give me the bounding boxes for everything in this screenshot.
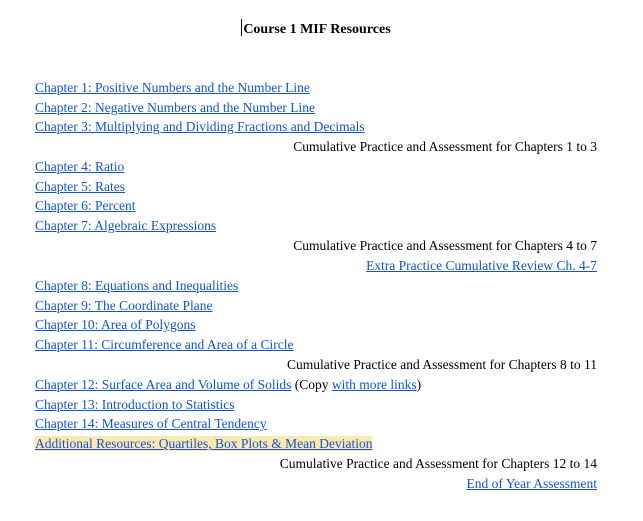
chapter-9-link[interactable]: Chapter 9: The Coordinate Plane [35, 298, 212, 313]
list-item: Additional Resources: Quartiles, Box Plo… [35, 434, 597, 454]
cumulative-12-14-text: Cumulative Practice and Assessment for C… [279, 456, 597, 471]
copy-note-text: (Copy [291, 377, 332, 392]
chapter-3-link[interactable]: Chapter 3: Multiplying and Dividing Frac… [35, 119, 365, 134]
list-item: Chapter 6: Percent [35, 196, 597, 216]
list-item: Chapter 13: Introduction to Statistics [35, 395, 597, 415]
chapter-5-link[interactable]: Chapter 5: Rates [35, 179, 125, 194]
list-item: Chapter 1: Positive Numbers and the Numb… [35, 78, 597, 98]
list-item: Extra Practice Cumulative Review Ch. 4-7 [35, 256, 597, 276]
list-item: Chapter 14: Measures of Central Tendency [35, 414, 597, 434]
end-of-year-assessment-link[interactable]: End of Year Assessment [467, 476, 598, 491]
document-body: Course 1 MIF Resources Chapter 1: Positi… [35, 0, 597, 521]
list-item: Chapter 9: The Coordinate Plane [35, 296, 597, 316]
chapter-13-link[interactable]: Chapter 13: Introduction to Statistics [35, 397, 234, 412]
document-title: Course 1 MIF Resources [243, 22, 391, 37]
close-paren-text: ) [416, 377, 422, 392]
chapter-7-link[interactable]: Chapter 7: Algebraic Expressions [35, 218, 216, 233]
extra-practice-link[interactable]: Extra Practice Cumulative Review Ch. 4-7 [366, 258, 597, 273]
list-item: Cumulative Practice and Assessment for C… [35, 236, 597, 256]
chapter-1-link[interactable]: Chapter 1: Positive Numbers and the Numb… [35, 80, 310, 95]
chapter-4-link[interactable]: Chapter 4: Ratio [35, 159, 124, 174]
list-item: End of Year Assessment [35, 474, 598, 494]
more-links-link[interactable]: with more links [332, 377, 417, 392]
list-item: Chapter 3: Multiplying and Dividing Frac… [35, 117, 597, 137]
chapter-10-link[interactable]: Chapter 10: Area of Polygons [35, 317, 195, 332]
list-item: Chapter 2: Negative Numbers and the Numb… [35, 98, 597, 118]
chapter-12-link[interactable]: Chapter 12: Surface Area and Volume of S… [35, 377, 291, 392]
cumulative-8-11-text: Cumulative Practice and Assessment for C… [287, 357, 597, 372]
list-item: Chapter 8: Equations and Inequalities [35, 276, 597, 296]
cumulative-4-7-text: Cumulative Practice and Assessment for C… [293, 238, 597, 253]
list-item: Cumulative Practice and Assessment for C… [35, 137, 597, 157]
list-item: Chapter 4: Ratio [35, 157, 597, 177]
chapter-8-link[interactable]: Chapter 8: Equations and Inequalities [35, 278, 238, 293]
list-item: Chapter 5: Rates [35, 177, 597, 197]
document-title-row: Course 1 MIF Resources [35, 19, 597, 39]
chapter-14-link[interactable]: Chapter 14: Measures of Central Tendency [35, 416, 267, 431]
chapter-11-link[interactable]: Chapter 11: Circumference and Area of a … [35, 337, 294, 352]
list-item: Chapter 10: Area of Polygons [35, 315, 597, 335]
additional-resources-link[interactable]: Additional Resources: Quartiles, Box Plo… [35, 436, 373, 451]
list-item: Cumulative Practice and Assessment for C… [35, 454, 597, 474]
list-item: Chapter 7: Algebraic Expressions [35, 216, 597, 236]
chapter-6-link[interactable]: Chapter 6: Percent [35, 198, 135, 213]
chapter-2-link[interactable]: Chapter 2: Negative Numbers and the Numb… [35, 100, 315, 115]
cumulative-1-3-text: Cumulative Practice and Assessment for C… [293, 139, 597, 154]
list-item: Chapter 12: Surface Area and Volume of S… [35, 375, 597, 395]
list-item: Chapter 11: Circumference and Area of a … [35, 335, 597, 355]
list-item: Cumulative Practice and Assessment for C… [35, 355, 597, 375]
